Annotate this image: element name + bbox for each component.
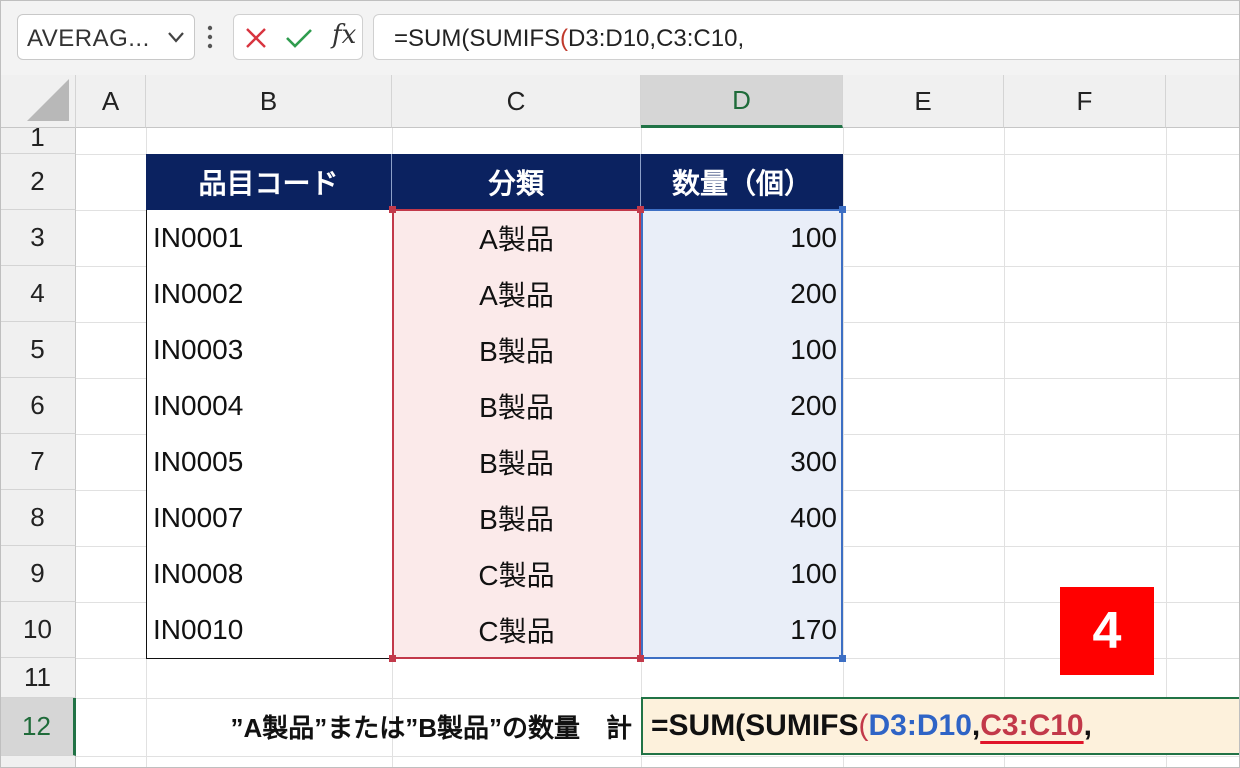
- row-header-10[interactable]: 10: [0, 602, 76, 658]
- more-options-icon[interactable]: [206, 22, 214, 52]
- cell-qty[interactable]: 170: [641, 602, 843, 659]
- cell-category[interactable]: C製品: [392, 546, 641, 603]
- table-header-category[interactable]: 分類: [392, 154, 641, 210]
- cell-qty[interactable]: 300: [641, 434, 843, 491]
- cell-code[interactable]: IN0008: [146, 546, 393, 603]
- cell-code[interactable]: IN0003: [146, 322, 393, 379]
- chevron-down-icon[interactable]: [166, 27, 186, 47]
- name-box[interactable]: AVERAG...: [17, 14, 195, 60]
- cell-qty[interactable]: 100: [641, 322, 843, 379]
- table-header-qty[interactable]: 数量（個）: [641, 154, 843, 210]
- formula-input[interactable]: =SUM(SUMIFS(D3:D10,C3:C10,: [373, 14, 1240, 60]
- row-header-11[interactable]: 11: [0, 658, 76, 698]
- column-header-f[interactable]: F: [1004, 75, 1166, 128]
- cell-category[interactable]: B製品: [392, 434, 641, 491]
- cell-qty[interactable]: 200: [641, 378, 843, 435]
- row-header-3[interactable]: 3: [0, 210, 76, 266]
- cell-category[interactable]: B製品: [392, 490, 641, 547]
- range-handle[interactable]: [839, 206, 846, 213]
- select-all-icon: [27, 79, 69, 121]
- range-handle[interactable]: [839, 655, 846, 662]
- cell-code[interactable]: IN0001: [146, 210, 393, 267]
- step-badge: 4: [1060, 587, 1154, 675]
- column-header-e[interactable]: E: [843, 75, 1004, 128]
- row-header-12[interactable]: 12: [0, 698, 76, 756]
- row-header-6[interactable]: 6: [0, 378, 76, 434]
- sum-range-reference: D3:D10: [868, 709, 972, 742]
- confirm-check-icon[interactable]: [284, 26, 314, 50]
- range-handle[interactable]: [389, 655, 396, 662]
- cell-qty[interactable]: 100: [641, 546, 843, 603]
- gridline: [1166, 128, 1167, 768]
- cell-category[interactable]: A製品: [392, 266, 641, 323]
- row-header-9[interactable]: 9: [0, 546, 76, 602]
- cell-code[interactable]: IN0002: [146, 266, 393, 323]
- table-header-code[interactable]: 品目コード: [146, 154, 392, 210]
- column-header-c[interactable]: C: [392, 75, 641, 128]
- row-header-7[interactable]: 7: [0, 434, 76, 490]
- summary-label[interactable]: ”A製品”または”B製品”の数量 計: [146, 700, 638, 752]
- name-box-text: AVERAG...: [27, 25, 150, 52]
- cancel-icon[interactable]: [244, 26, 268, 50]
- cell-category[interactable]: A製品: [392, 210, 641, 267]
- column-header-b[interactable]: B: [146, 75, 392, 128]
- cell-category[interactable]: C製品: [392, 602, 641, 659]
- cell-qty[interactable]: 100: [641, 210, 843, 267]
- column-header-a[interactable]: A: [76, 75, 146, 128]
- active-cell-editor[interactable]: =SUM(SUMIFS(D3:D10, C3:C10,: [641, 697, 1240, 755]
- formula-bar: AVERAG... fx =SUM(SUMIFS(D3:D10,C3:C10,: [0, 0, 1240, 76]
- row-header-4[interactable]: 4: [0, 266, 76, 322]
- row-header-1[interactable]: 1: [0, 128, 76, 154]
- range-handle[interactable]: [637, 655, 644, 662]
- range-handle[interactable]: [637, 206, 644, 213]
- formula-buttons: fx: [233, 14, 363, 60]
- insert-function-button[interactable]: fx: [332, 20, 356, 50]
- column-header-d[interactable]: D: [641, 75, 843, 128]
- cell-code[interactable]: IN0005: [146, 434, 393, 491]
- gridline: [843, 128, 844, 768]
- row-header-13[interactable]: [0, 756, 76, 768]
- cell-code[interactable]: IN0010: [146, 602, 393, 659]
- gridline: [1004, 128, 1005, 768]
- gridline: [76, 756, 1240, 757]
- row-header-2[interactable]: 2: [0, 154, 76, 210]
- range-handle[interactable]: [389, 206, 396, 213]
- select-all-corner[interactable]: [0, 75, 76, 128]
- cell-category[interactable]: B製品: [392, 322, 641, 379]
- cell-code[interactable]: IN0007: [146, 490, 393, 547]
- criteria-range-reference: C3:C10: [980, 709, 1084, 742]
- formula-text: =SUM(SUMIFS(D3:D10,C3:C10,: [394, 25, 745, 52]
- column-header-partial[interactable]: [1166, 75, 1240, 128]
- row-header-5[interactable]: 5: [0, 322, 76, 378]
- row-header-8[interactable]: 8: [0, 490, 76, 546]
- cell-qty[interactable]: 200: [641, 266, 843, 323]
- cell-category[interactable]: B製品: [392, 378, 641, 435]
- cell-qty[interactable]: 400: [641, 490, 843, 547]
- cell-code[interactable]: IN0004: [146, 378, 393, 435]
